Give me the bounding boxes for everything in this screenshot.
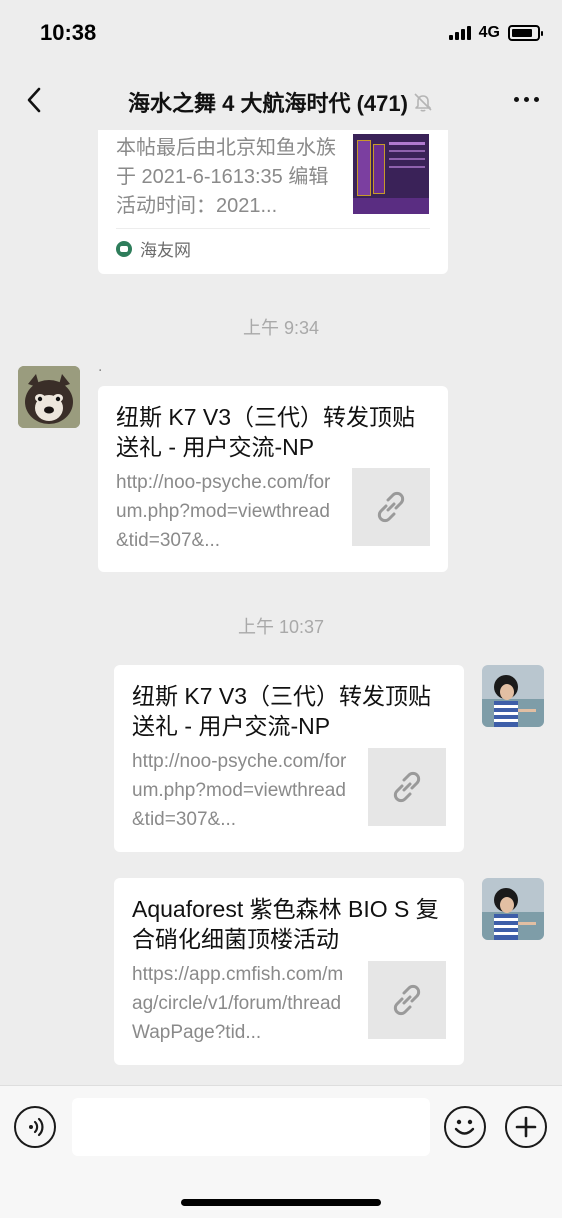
link-thumbnail — [368, 748, 446, 826]
link-thumbnail — [368, 961, 446, 1039]
status-time: 10:38 — [40, 20, 97, 45]
emoji-button[interactable] — [444, 1106, 486, 1148]
avatar[interactable] — [18, 366, 80, 428]
link-title: 纽斯 K7 V3（三代）转发顶贴送礼 - 用户交流-NP — [116, 404, 416, 460]
bell-muted-icon — [414, 93, 432, 112]
chat-header: 海水之舞 4 大航海时代 (471) — [0, 68, 562, 130]
article-thumbnail — [353, 134, 429, 214]
sender-name: . — [98, 358, 103, 375]
source-name: 海友网 — [140, 241, 191, 260]
dog-avatar — [18, 366, 80, 428]
link-url: https://app.cmfish.com/mag/circle/v1/for… — [132, 964, 344, 1043]
chat-title: 海水之舞 4 大航海时代 (471) — [0, 86, 562, 118]
chat-title-text: 海水之舞 4 大航海时代 (471) — [128, 91, 408, 116]
shared-link-card[interactable]: 纽斯 K7 V3（三代）转发顶贴送礼 - 用户交流-NP http://noo-… — [114, 665, 464, 852]
voice-button[interactable] — [14, 1106, 56, 1148]
timestamp: 上午 10:37 — [237, 617, 325, 637]
link-thumbnail — [352, 468, 430, 546]
link-title: 纽斯 K7 V3（三代）转发顶贴送礼 - 用户交流-NP — [132, 683, 432, 739]
more-dots-icon — [513, 96, 519, 102]
shared-link-card[interactable]: Aquaforest 紫色森林 BIO S 复合硝化细菌顶楼活动 https:/… — [114, 878, 464, 1065]
link-title: Aquaforest 紫色森林 BIO S 复合硝化细菌顶楼活动 — [132, 896, 439, 952]
link-icon — [393, 984, 421, 1016]
status-indicators: 4G — [448, 24, 543, 42]
link-url: http://noo-psyche.com/forum.php?mod=view… — [132, 751, 347, 830]
battery-icon — [508, 25, 543, 41]
shared-link-card[interactable]: 纽斯 K7 V3（三代）转发顶贴送礼 - 用户交流-NP http://noo-… — [98, 386, 448, 572]
more-button[interactable] — [504, 82, 548, 116]
message-list[interactable]: 本帖最后由北京知鱼水族于 2021-6-1613:35 编辑活动时间：2021.… — [0, 130, 562, 1085]
article-description: 本帖最后由北京知鱼水族于 2021-6-1613:35 编辑活动时间：2021.… — [116, 137, 336, 217]
source-logo-icon — [116, 240, 132, 257]
plus-icon — [515, 1116, 537, 1138]
avatar[interactable] — [482, 878, 544, 940]
link-url: http://noo-psyche.com/forum.php?mod=view… — [116, 472, 331, 551]
link-icon — [393, 771, 421, 803]
input-bar — [0, 1085, 562, 1218]
signal-icon — [448, 26, 471, 40]
emoji-icon — [454, 1119, 475, 1135]
network-type: 4G — [478, 24, 500, 41]
timestamp: 上午 9:34 — [242, 318, 320, 338]
child-photo-avatar — [482, 878, 544, 940]
message-input[interactable] — [72, 1098, 430, 1156]
link-icon — [377, 491, 405, 523]
shared-article-card[interactable]: 本帖最后由北京知鱼水族于 2021-6-1613:35 编辑活动时间：2021.… — [98, 130, 448, 274]
plus-button[interactable] — [505, 1106, 547, 1148]
child-photo-avatar — [482, 665, 544, 727]
home-indicator[interactable] — [181, 1199, 381, 1206]
status-bar: 10:38 4G — [0, 0, 562, 68]
voice-icon — [29, 1117, 44, 1137]
article-source: 海友网 — [116, 236, 191, 261]
avatar[interactable] — [482, 665, 544, 727]
